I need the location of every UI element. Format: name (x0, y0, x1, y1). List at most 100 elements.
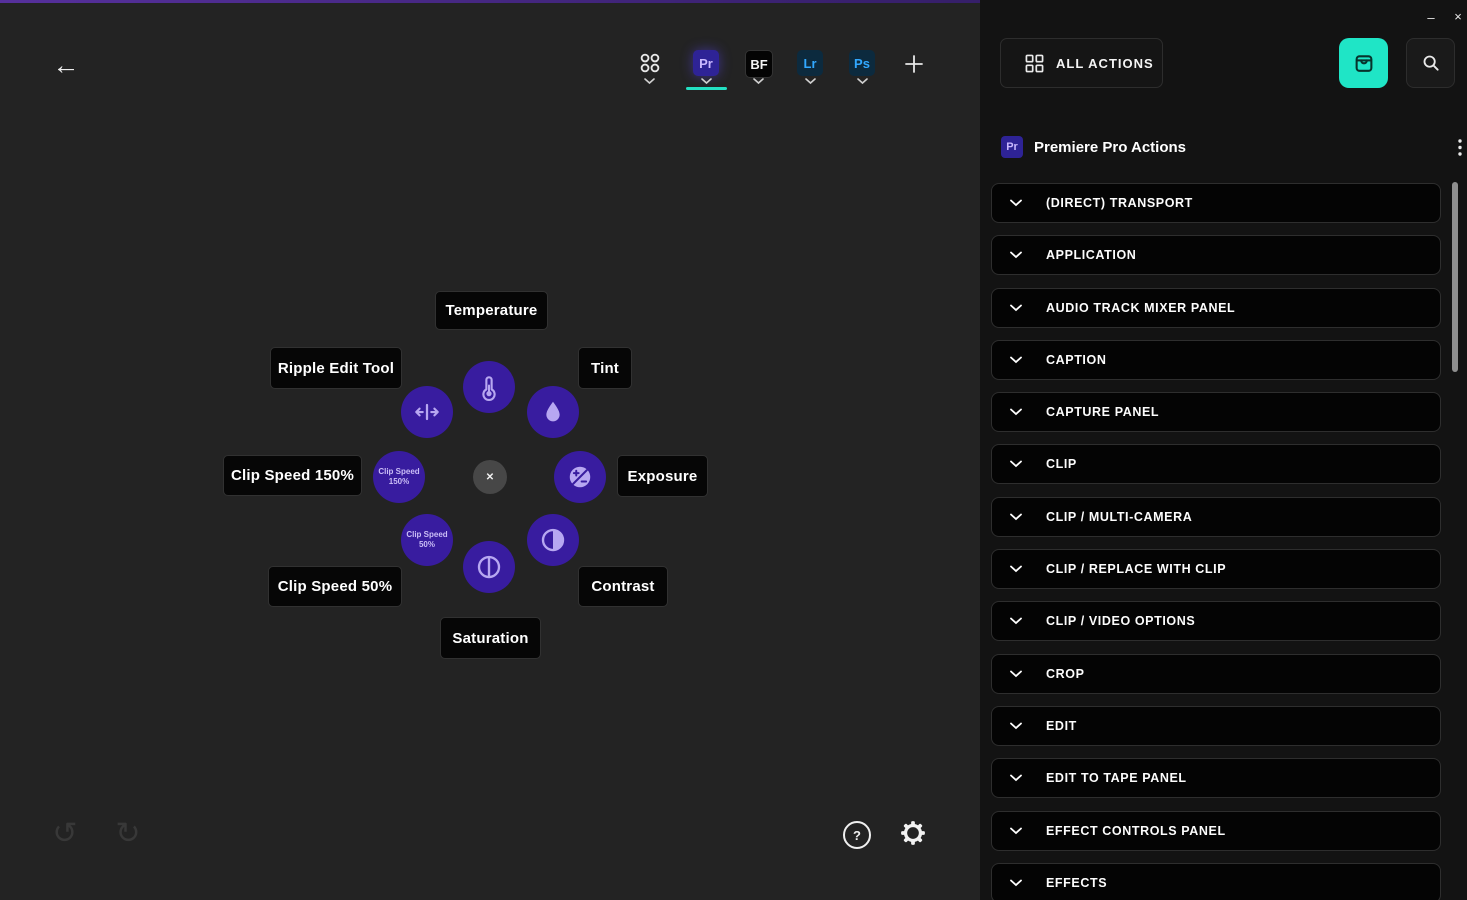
all-actions-label: ALL ACTIONS (1056, 56, 1154, 71)
shopping-bag-icon (1351, 50, 1377, 76)
action-group-effects[interactable]: EFFECTS (991, 863, 1441, 900)
action-group-label: CLIP / MULTI-CAMERA (1046, 510, 1192, 524)
radial-slot-clip-speed-150[interactable]: Clip Speed 150% (373, 451, 425, 503)
radial-slot-exposure[interactable] (554, 451, 606, 503)
ripple-arrows-icon (412, 397, 442, 427)
radial-label-clip-speed-50: Clip Speed 50% (268, 566, 402, 607)
action-group-crop[interactable]: CROP (991, 654, 1441, 694)
chevron-down-icon (1010, 722, 1022, 730)
action-group-application[interactable]: APPLICATION (991, 235, 1441, 275)
action-group-label: EDIT TO TAPE PANEL (1046, 771, 1187, 785)
actions-panel: – × ALL ACTIONS Pr (980, 0, 1467, 900)
tab-photoshop[interactable]: Ps (849, 50, 875, 76)
plus-icon (903, 53, 925, 75)
action-group-clip-video-options[interactable]: CLIP / VIDEO OPTIONS (991, 601, 1441, 641)
action-group-caption[interactable]: CAPTION (991, 340, 1441, 380)
tab-premiere-pro[interactable]: Pr (693, 50, 719, 76)
action-group-clip-multi-camera[interactable]: CLIP / MULTI-CAMERA (991, 497, 1441, 537)
radial-slot-clip-speed-50[interactable]: Clip Speed 50% (401, 514, 453, 566)
panel-scrollbar[interactable] (1452, 182, 1458, 372)
chevron-down-icon (1010, 304, 1022, 312)
action-group-audio-track-mixer-panel[interactable]: AUDIO TRACK MIXER PANEL (991, 288, 1441, 328)
undo-icon[interactable]: ↺ (48, 816, 82, 850)
radial-label-contrast: Contrast (578, 566, 668, 607)
close-window-button[interactable]: × (1449, 7, 1467, 25)
contrast-icon (538, 525, 568, 555)
action-group-label: CLIP (1046, 457, 1077, 471)
chevron-down-icon (1010, 565, 1022, 573)
action-group-label: APPLICATION (1046, 248, 1136, 262)
grid-squares-icon (1025, 54, 1044, 73)
active-tab-underline (686, 87, 727, 90)
chevron-down-icon (1010, 617, 1022, 625)
add-profile-button[interactable] (901, 51, 927, 77)
chevron-down-icon[interactable] (701, 78, 712, 85)
app-window: ← Pr BF Lr Ps (0, 0, 1467, 900)
action-group-direct-transport[interactable]: (DIRECT) TRANSPORT (991, 183, 1441, 223)
panel-title-row: Pr Premiere Pro Actions (1001, 134, 1451, 160)
action-group-edit-to-tape-panel[interactable]: EDIT TO TAPE PANEL (991, 758, 1441, 798)
chevron-down-icon (1010, 199, 1022, 207)
radial-slot-saturation[interactable] (463, 541, 515, 593)
saturation-icon (474, 552, 504, 582)
radial-slot-contrast[interactable] (527, 514, 579, 566)
action-group-label: EDIT (1046, 719, 1077, 733)
action-groups-list: (DIRECT) TRANSPORT APPLICATION AUDIO TRA… (991, 183, 1441, 900)
chevron-down-icon (1010, 251, 1022, 259)
search-icon (1420, 52, 1442, 74)
action-group-label: AUDIO TRACK MIXER PANEL (1046, 301, 1235, 315)
exposure-icon (565, 462, 595, 492)
action-group-label: (DIRECT) TRANSPORT (1046, 196, 1193, 210)
radial-slot-ripple-edit-tool[interactable] (401, 386, 453, 438)
radial-label-ripple-edit-tool: Ripple Edit Tool (270, 347, 402, 389)
radial-label-saturation: Saturation (440, 617, 541, 659)
all-profiles-tab[interactable] (637, 50, 663, 76)
tab-lightroom[interactable]: Lr (797, 50, 823, 76)
action-group-edit[interactable]: EDIT (991, 706, 1441, 746)
radial-slot-tint[interactable] (527, 386, 579, 438)
chevron-down-icon (1010, 356, 1022, 364)
action-group-label: CROP (1046, 667, 1085, 681)
kebab-menu-icon[interactable] (1453, 137, 1467, 157)
radial-label-exposure: Exposure (617, 455, 708, 497)
action-group-effect-controls-panel[interactable]: EFFECT CONTROLS PANEL (991, 811, 1441, 851)
clip-speed-50-circle-label: Clip Speed 50% (405, 530, 449, 549)
all-actions-button[interactable]: ALL ACTIONS (1000, 38, 1163, 88)
search-button[interactable] (1406, 38, 1455, 88)
chevron-down-icon (1010, 408, 1022, 416)
chevron-down-icon (1010, 670, 1022, 678)
action-group-clip[interactable]: CLIP (991, 444, 1441, 484)
action-group-label: CAPTURE PANEL (1046, 405, 1159, 419)
panel-title: Premiere Pro Actions (1034, 139, 1186, 156)
radial-center-remove-button[interactable]: ✕ (473, 460, 507, 494)
thermometer-icon (474, 372, 504, 402)
chevron-down-icon (1010, 827, 1022, 835)
droplet-icon (539, 398, 567, 426)
gear-icon[interactable] (899, 819, 927, 847)
redo-icon[interactable]: ↻ (111, 816, 145, 850)
chevron-down-icon[interactable] (857, 78, 868, 85)
action-group-label: EFFECTS (1046, 876, 1107, 890)
tab-bf-profile[interactable]: BF (745, 50, 773, 78)
chevron-down-icon (1010, 513, 1022, 521)
radial-label-temperature: Temperature (435, 291, 548, 330)
minimize-window-button[interactable]: – (1422, 8, 1440, 26)
help-icon[interactable]: ? (843, 821, 871, 849)
action-group-label: EFFECT CONTROLS PANEL (1046, 824, 1226, 838)
back-button[interactable]: ← (50, 48, 82, 82)
clip-speed-150-circle-label: Clip Speed 150% (377, 467, 421, 486)
premiere-pro-badge: Pr (1001, 136, 1023, 158)
action-group-clip-replace-with-clip[interactable]: CLIP / REPLACE WITH CLIP (991, 549, 1441, 589)
action-group-label: CAPTION (1046, 353, 1106, 367)
marketplace-button[interactable] (1339, 38, 1388, 88)
radial-label-tint: Tint (578, 347, 632, 389)
action-group-label: CLIP / VIDEO OPTIONS (1046, 614, 1195, 628)
grid-dots-icon (639, 52, 661, 74)
chevron-down-icon[interactable] (644, 78, 655, 85)
radial-slot-temperature[interactable] (463, 361, 515, 413)
action-group-capture-panel[interactable]: CAPTURE PANEL (991, 392, 1441, 432)
action-group-label: CLIP / REPLACE WITH CLIP (1046, 562, 1226, 576)
chevron-down-icon[interactable] (805, 78, 816, 85)
chevron-down-icon (1010, 460, 1022, 468)
chevron-down-icon[interactable] (753, 78, 764, 85)
